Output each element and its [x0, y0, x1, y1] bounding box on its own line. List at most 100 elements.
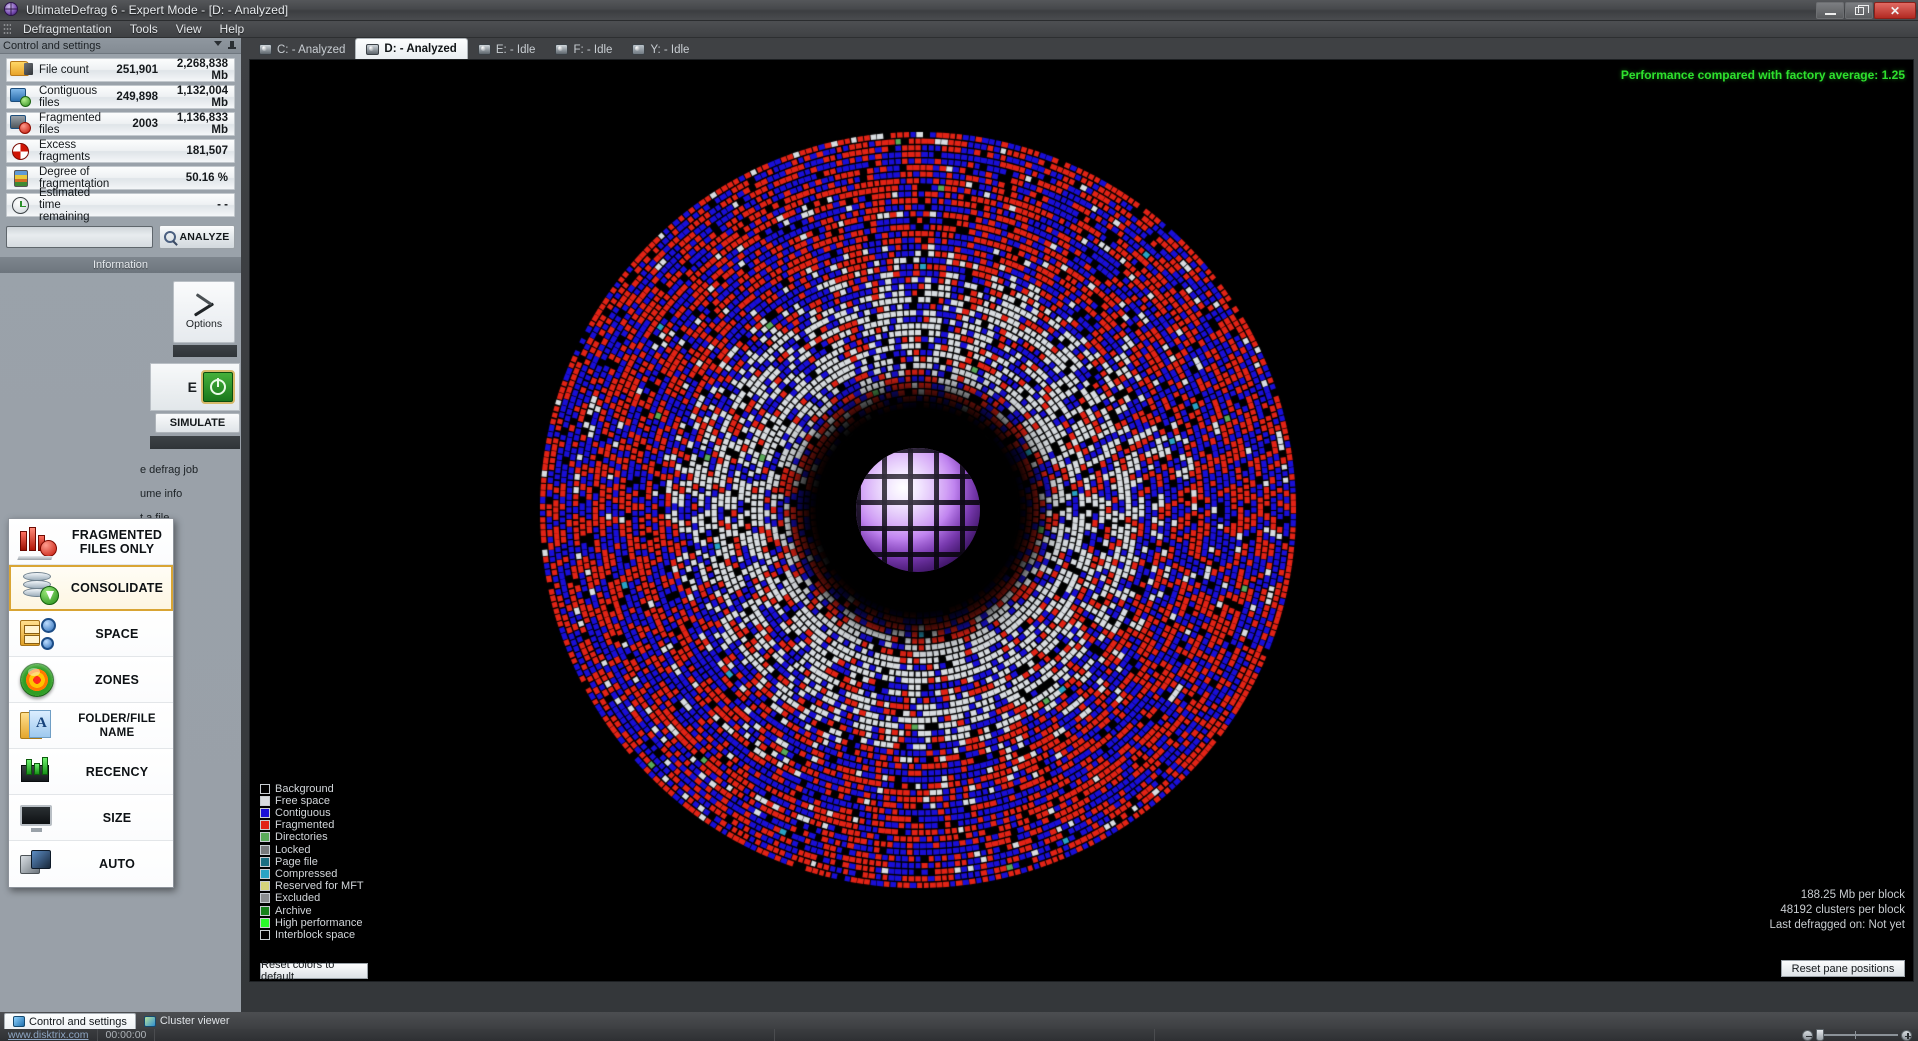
tab-drive-e[interactable]: E: - Idle	[468, 40, 546, 59]
legend-row[interactable]: Interblock space	[260, 929, 364, 941]
legend-label: Directories	[275, 831, 328, 844]
reset-pane-positions-button[interactable]: Reset pane positions	[1781, 960, 1905, 977]
start-power-button[interactable]	[201, 370, 235, 404]
fragmented-bars-icon	[15, 523, 59, 561]
options-button[interactable]: Options	[173, 281, 235, 343]
legend-row[interactable]: Contiguous	[260, 807, 364, 819]
legend-row[interactable]: High performance	[260, 917, 364, 929]
legend-row[interactable]: Excluded	[260, 892, 364, 904]
cluster-map-canvas[interactable]: Performance compared with factory averag…	[249, 59, 1914, 982]
menu-option-label: CONSOLIDATE	[70, 581, 164, 595]
legend-swatch[interactable]	[260, 844, 270, 855]
menu-grip-icon[interactable]	[3, 23, 11, 35]
settings-icon	[13, 1016, 25, 1027]
close-button[interactable]: ✕	[1874, 2, 1916, 19]
legend-swatch[interactable]	[260, 808, 270, 819]
tab-drive-y[interactable]: Y: - Idle	[622, 40, 699, 59]
menu-option-recency[interactable]: RECENCY	[9, 749, 173, 795]
minimize-button[interactable]	[1816, 2, 1844, 19]
info-link-volume-info[interactable]: ume info	[140, 482, 240, 506]
legend-swatch[interactable]	[260, 783, 270, 794]
stat-label: Contiguous files	[39, 85, 98, 109]
menu-item-view[interactable]: View	[167, 20, 211, 38]
disk-cluster-visualization[interactable]	[250, 60, 1913, 981]
zoom-in-icon[interactable]	[1901, 1029, 1912, 1041]
legend-row[interactable]: Locked	[260, 844, 364, 856]
stat-row-excess-fragments: Excess fragments 181,507	[6, 139, 235, 163]
pin-icon[interactable]	[228, 41, 236, 50]
info-link-defrag-job[interactable]: e defrag job	[140, 458, 240, 482]
disk-stack-down-icon	[17, 569, 61, 607]
legend-swatch[interactable]	[260, 820, 270, 831]
tab-drive-f[interactable]: F: - Idle	[545, 40, 622, 59]
drive-tabs: C: - Analyzed D: - Analyzed E: - Idle F:…	[241, 38, 1918, 59]
zoom-out-icon[interactable]	[1802, 1029, 1813, 1041]
legend-row[interactable]: Page file	[260, 856, 364, 868]
recency-chart-icon	[15, 753, 59, 791]
options-label: Options	[185, 318, 223, 330]
legend-swatch[interactable]	[260, 893, 270, 904]
panel-caption-label: Control and settings	[3, 39, 101, 52]
menu-option-consolidate[interactable]: CONSOLIDATE	[9, 565, 173, 611]
chevron-down-icon[interactable]	[214, 41, 222, 46]
excess-fragments-icon	[7, 140, 34, 162]
stat-count: 249,898	[116, 91, 158, 103]
pane-tab-cluster-viewer[interactable]: Cluster viewer	[136, 1013, 238, 1029]
tab-drive-c[interactable]: C: - Analyzed	[249, 40, 355, 59]
menu-option-folder-file-name[interactable]: FOLDER/FILE NAME	[9, 703, 173, 749]
legend-row[interactable]: Archive	[260, 904, 364, 917]
run-label: E	[187, 379, 197, 395]
legend-row[interactable]: Free space	[260, 795, 364, 807]
menu-option-label: ZONES	[94, 672, 140, 687]
legend-swatch[interactable]	[260, 832, 270, 843]
legend-label: Free space	[275, 794, 331, 807]
legend-swatch[interactable]	[260, 929, 270, 940]
tab-drive-d[interactable]: D: - Analyzed	[355, 38, 468, 59]
analyze-button[interactable]: ANALYZE	[159, 225, 235, 249]
status-zoom-controls	[1802, 1029, 1918, 1041]
menu-option-size[interactable]: SIZE	[9, 795, 173, 841]
legend-swatch[interactable]	[260, 856, 270, 867]
legend-swatch[interactable]	[260, 795, 270, 806]
zoom-slider[interactable]	[1802, 1029, 1912, 1041]
zoom-track[interactable]	[1816, 1029, 1898, 1041]
legend-swatch[interactable]	[260, 881, 270, 892]
info-mb-per-block: 188.25 Mb per block	[1800, 889, 1905, 901]
stat-count: 251,901	[116, 64, 158, 76]
legend-label: Page file	[275, 855, 318, 868]
legend-row[interactable]: Background	[260, 783, 364, 795]
legend-row[interactable]: Compressed	[260, 868, 364, 880]
maximize-button[interactable]	[1845, 2, 1873, 19]
legend-row[interactable]: Fragmented	[260, 819, 364, 831]
menu-item-help[interactable]: Help	[211, 20, 254, 38]
stat-count: 2003	[132, 118, 158, 130]
legend-label: Excluded	[275, 892, 321, 905]
menu-option-auto[interactable]: AUTO	[9, 841, 173, 887]
app-globe-icon	[4, 2, 20, 18]
statistics-list: File count 251,901 2,268,838 Mb Contiguo…	[0, 54, 241, 223]
menu-option-zones[interactable]: ZONES	[9, 657, 173, 703]
zoom-thumb[interactable]	[1816, 1029, 1824, 1041]
pane-tab-control-and-settings[interactable]: Control and settings	[4, 1013, 136, 1029]
menu-item-defragmentation[interactable]: Defragmentation	[14, 20, 121, 38]
menu-option-space[interactable]: SPACE	[9, 611, 173, 657]
menu-item-tools[interactable]: Tools	[121, 20, 167, 38]
pane-tab-label: Control and settings	[29, 1015, 127, 1028]
pane-tabs: Control and settings Cluster viewer	[0, 1012, 1918, 1029]
legend-swatch[interactable]	[260, 917, 270, 928]
tab-label: E: - Idle	[495, 43, 536, 56]
status-website-link[interactable]: www.disktrix.com	[0, 1029, 98, 1041]
pane-tab-label: Cluster viewer	[159, 1015, 230, 1027]
legend-swatch[interactable]	[260, 868, 270, 879]
reset-colors-button[interactable]: Reset colors to default	[260, 959, 368, 981]
legend-label: Archive	[275, 904, 312, 917]
menu-option-fragmented-files-only[interactable]: FRAGMENTED FILES ONLY	[9, 519, 173, 565]
legend-row[interactable]: Directories	[260, 831, 364, 843]
simulate-button[interactable]: SIMULATE	[155, 413, 240, 433]
menu-option-label: AUTO	[99, 857, 135, 871]
legend-swatch[interactable]	[260, 905, 270, 916]
legend-row[interactable]: Reserved for MFT	[260, 880, 364, 892]
fragmented-files-icon	[7, 113, 34, 135]
panel-caption: Control and settings	[0, 38, 241, 54]
block-info: 188.25 Mb per block 48192 clusters per b…	[1769, 888, 1905, 933]
